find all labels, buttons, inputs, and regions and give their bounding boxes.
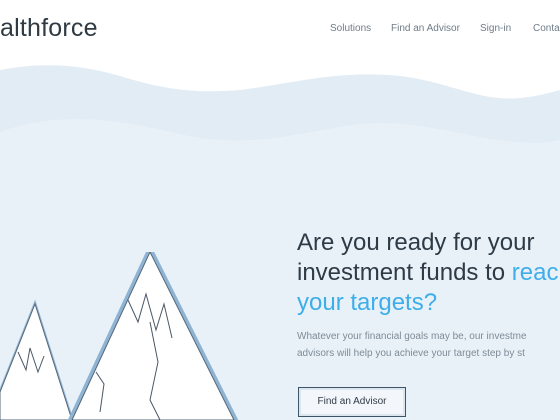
description-line-2: advisors will help you achieve your targ… xyxy=(297,348,525,359)
headline-line-2: investment funds to reac xyxy=(297,258,560,288)
description-line-1: Whatever your financial goals may be, ou… xyxy=(297,331,527,342)
headline-line-3: your targets? xyxy=(297,289,438,316)
headline-line-1: Are you ready for your xyxy=(297,229,535,256)
headline-line-2-main: investment funds to xyxy=(297,259,512,286)
site-header: althforce Solutions Find an Advisor Sign… xyxy=(0,0,560,62)
brand-logo[interactable]: althforce xyxy=(0,14,98,43)
headline-line-2-accent: reac xyxy=(511,259,559,286)
nav-link-solutions[interactable]: Solutions xyxy=(330,23,371,34)
hero-section: Are you ready for your investment funds … xyxy=(0,62,560,420)
nav-link-find-advisor[interactable]: Find an Advisor xyxy=(391,23,460,34)
find-advisor-button[interactable]: Find an Advisor xyxy=(298,387,406,417)
hero-headline: Are you ready for your investment funds … xyxy=(297,228,560,318)
nav-link-sign-in[interactable]: Sign-in xyxy=(480,23,511,34)
hero-description: Whatever your financial goals may be, ou… xyxy=(297,328,560,362)
mountain-flag-illustration xyxy=(0,252,239,420)
nav-link-contact[interactable]: Contac xyxy=(533,23,560,34)
